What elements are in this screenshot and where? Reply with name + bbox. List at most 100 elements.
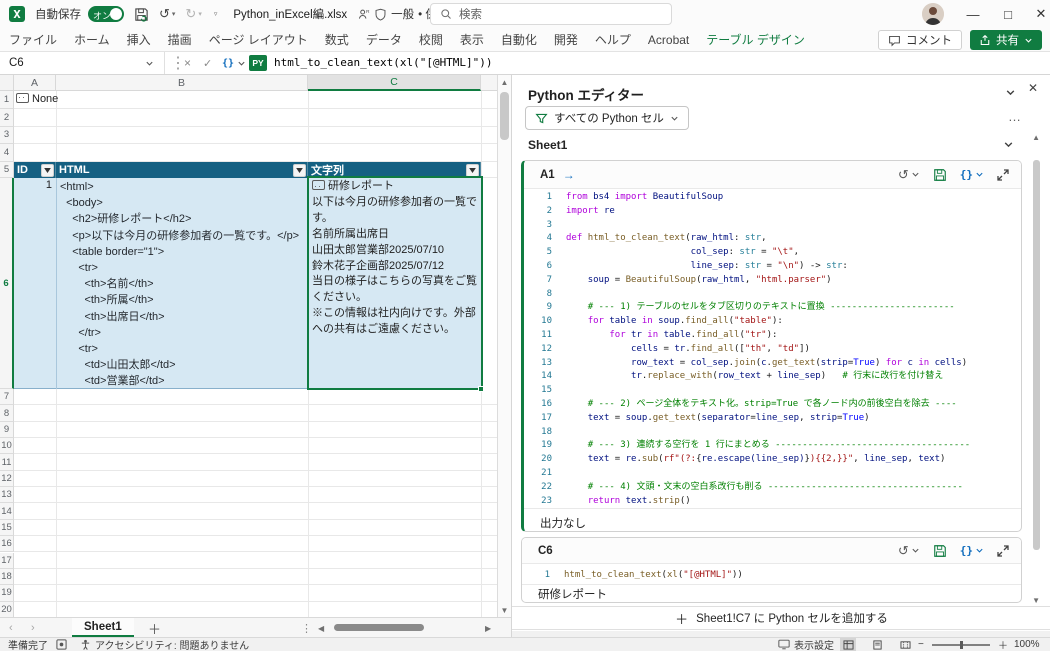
row-header-17[interactable]: 17 — [0, 553, 14, 569]
undo-button[interactable]: ↺▾ — [159, 6, 175, 22]
display-settings-button[interactable]: 表示設定 — [778, 638, 834, 651]
ribbon-tab[interactable]: ホーム — [74, 31, 110, 48]
page-break-preview-button[interactable] — [897, 638, 913, 651]
cell-a1[interactable]: None — [16, 93, 58, 105]
more-options-icon[interactable]: … — [1008, 109, 1022, 124]
undo-button[interactable]: ↺ — [898, 543, 920, 559]
expand-editor-icon[interactable] — [997, 169, 1009, 181]
row-header-18[interactable]: 18 — [0, 569, 14, 585]
share-button[interactable]: 共有 — [970, 30, 1042, 50]
search-input[interactable]: 検索 — [430, 3, 672, 25]
row-header-5[interactable]: 5 — [0, 162, 14, 178]
row-header-16[interactable]: 16 — [0, 536, 14, 552]
table-header-string[interactable]: 文字列 — [308, 162, 481, 178]
code-line[interactable]: 21 — [524, 467, 1021, 481]
cancel-entry-icon[interactable]: × — [184, 52, 191, 74]
normal-view-button[interactable] — [840, 638, 856, 651]
save-button[interactable] — [134, 7, 149, 22]
chevron-down-icon[interactable] — [145, 59, 154, 68]
code-line[interactable]: 1html_to_clean_text(xl("[@HTML]")) — [522, 566, 1021, 584]
minimize-button[interactable]: — — [958, 0, 988, 28]
panel-scrollbar-thumb[interactable] — [1033, 160, 1040, 550]
cell-a6[interactable]: 1 — [14, 179, 52, 191]
panel-close-icon[interactable]: ✕ — [1028, 81, 1038, 95]
customize-toolbar-button[interactable]: ▿ — [212, 10, 218, 18]
code-line[interactable]: 22 # --- 4) 文頭・文末の空白系改行も削る -------------… — [524, 481, 1021, 495]
ribbon-tab[interactable]: ヘルプ — [595, 31, 631, 48]
code-line[interactable]: 5 col_sep: str = "\t", — [524, 246, 1021, 260]
code-line[interactable]: 23 return text.strip() — [524, 495, 1021, 509]
ribbon-tab[interactable]: 表示 — [460, 31, 484, 48]
sensitivity-label[interactable]: 一般 — [391, 6, 414, 22]
python-braces-icon[interactable]: {} — [222, 52, 234, 74]
zoom-out-button[interactable]: − — [918, 638, 924, 651]
row-header-8[interactable]: 8 — [0, 405, 14, 421]
row-header-6[interactable]: 6 — [0, 178, 14, 389]
code-line[interactable]: 20 text = re.sub(rf"(?:{re.escape(line_s… — [524, 453, 1021, 467]
ribbon-tab[interactable]: 校閲 — [419, 31, 443, 48]
goto-cell-arrow-icon[interactable]: → — [563, 168, 575, 182]
accessibility-status[interactable]: アクセシビリティ: 問題ありません — [80, 638, 249, 651]
code-line[interactable]: 1from bs4 import BeautifulSoup — [524, 191, 1021, 205]
row-header-2[interactable]: 2 — [0, 109, 14, 127]
avatar[interactable] — [922, 3, 944, 25]
code-line[interactable]: 2import re — [524, 205, 1021, 219]
row-header-3[interactable]: 3 — [0, 127, 14, 145]
ribbon-tab[interactable]: 描画 — [168, 31, 192, 48]
section-collapse-chevron-icon[interactable] — [1003, 139, 1014, 150]
code-line[interactable]: 15 — [524, 384, 1021, 398]
scrollbar-thumb[interactable] — [500, 92, 509, 140]
ribbon-tab[interactable]: 開発 — [554, 31, 578, 48]
code-line[interactable]: 11 for tr in table.find_all("tr"): — [524, 329, 1021, 343]
spreadsheet-grid[interactable]: ABC 1234567891011121314151617181920 None… — [0, 75, 511, 617]
scroll-up-arrow[interactable]: ▲ — [498, 75, 511, 89]
hscroll-thumb[interactable] — [334, 624, 424, 631]
formula-input[interactable]: html_to_clean_text(xl("[@HTML]")) — [274, 56, 493, 69]
row-header-20[interactable]: 20 — [0, 602, 14, 617]
ribbon-tab[interactable]: 数式 — [325, 31, 349, 48]
row-header-19[interactable]: 19 — [0, 585, 14, 601]
select-all-corner[interactable] — [0, 75, 14, 91]
filter-dropdown-button[interactable] — [293, 164, 306, 177]
sheet-vertical-scrollbar[interactable]: ▲ ▼ — [497, 75, 511, 617]
code-line[interactable]: 13 row_text = col_sep.join(c.get_text(st… — [524, 357, 1021, 371]
tabbar-more-icon[interactable]: ⋮ — [301, 618, 312, 638]
save-code-button[interactable] — [933, 168, 947, 182]
chevron-down-icon[interactable] — [237, 59, 246, 68]
comments-button[interactable]: コメント — [878, 30, 962, 50]
column-header-b[interactable]: B — [56, 75, 308, 91]
ribbon-tab[interactable]: ファイル — [9, 31, 57, 48]
code-editor[interactable]: 1html_to_clean_text(xl("[@HTML]")) — [522, 564, 1021, 584]
code-line[interactable]: 3 — [524, 219, 1021, 233]
row-header-14[interactable]: 14 — [0, 503, 14, 519]
code-line[interactable]: 9 # --- 1) テーブルのセルをタブ区切りのテキストに置換 -------… — [524, 301, 1021, 315]
ribbon-tab[interactable]: 自動化 — [501, 31, 537, 48]
row-header-1[interactable]: 1 — [0, 91, 14, 109]
fill-handle[interactable] — [478, 386, 484, 392]
ribbon-tab[interactable]: テーブル デザイン — [706, 31, 805, 48]
code-line[interactable]: 14 tr.replace_with(row_text + line_sep) … — [524, 370, 1021, 384]
add-sheet-button[interactable]: ＋ — [148, 618, 161, 638]
table-header-html[interactable]: HTML — [56, 162, 308, 178]
code-line[interactable]: 6 line_sep: str = "\n") -> str: — [524, 260, 1021, 274]
row-header-13[interactable]: 13 — [0, 487, 14, 503]
hscroll-right-arrow[interactable]: ▶ — [485, 618, 491, 638]
ribbon-tab[interactable]: ページ レイアウト — [209, 31, 308, 48]
next-sheet-arrow[interactable]: › — [31, 618, 35, 638]
code-line[interactable]: 18 — [524, 426, 1021, 440]
code-line[interactable]: 8 — [524, 288, 1021, 302]
code-line[interactable]: 10 for table in soup.find_all("table"): — [524, 315, 1021, 329]
panel-scroll-up-arrow[interactable]: ▲ — [1032, 133, 1040, 142]
maximize-button[interactable]: □ — [993, 0, 1023, 28]
autosave-toggle[interactable]: オン — [88, 6, 124, 22]
ribbon-tab[interactable]: 挿入 — [127, 31, 151, 48]
python-cells-filter[interactable]: すべての Python セル — [525, 106, 689, 130]
code-line[interactable]: 19 # --- 3) 連続する空行を 1 行にまとめる -----------… — [524, 439, 1021, 453]
undo-button[interactable]: ↺ — [898, 167, 920, 183]
code-line[interactable]: 7 soup = BeautifulSoup(raw_html, "html.p… — [524, 274, 1021, 288]
filter-dropdown-button[interactable] — [41, 164, 54, 177]
row-header-10[interactable]: 10 — [0, 438, 14, 454]
hscroll-left-arrow[interactable]: ◀ — [318, 618, 324, 638]
redo-button[interactable]: ↻▾ — [185, 6, 201, 22]
code-line[interactable]: 12 cells = tr.find_all(["th", "td"]) — [524, 343, 1021, 357]
